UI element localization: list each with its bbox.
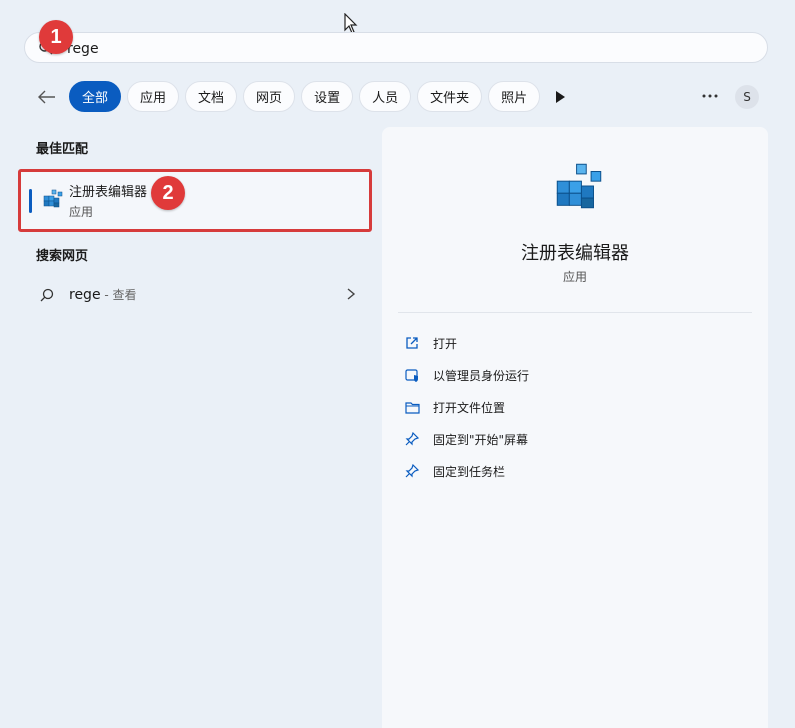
admin-shield-icon	[404, 367, 420, 383]
registry-editor-icon	[43, 189, 63, 208]
action-pin-to-start[interactable]: 固定到"开始"屏幕	[404, 423, 744, 455]
filter-chip-settings[interactable]: 设置	[301, 81, 354, 112]
pin-icon	[404, 463, 420, 479]
filter-chip-folders[interactable]: 文件夹	[417, 81, 483, 112]
filter-chip-all[interactable]: 全部	[69, 81, 122, 112]
selection-indicator	[29, 189, 32, 213]
action-pin-to-taskbar[interactable]: 固定到任务栏	[404, 455, 744, 487]
best-match-result[interactable]: 注册表编辑器 应用	[18, 169, 372, 232]
chevron-right-icon	[347, 288, 356, 300]
action-open-file-location[interactable]: 打开文件位置	[404, 391, 744, 423]
detail-app-name: 注册表编辑器	[521, 243, 629, 264]
action-open-label: 打开	[433, 336, 458, 351]
action-list: 打开 以管理员身份运行 打开文件位置 固定到"开始"屏幕 固定到任务栏	[404, 327, 744, 487]
action-run-as-admin-label: 以管理员身份运行	[433, 368, 530, 383]
web-search-suffix: - 查看	[100, 288, 137, 302]
filter-chip-apps[interactable]: 应用	[127, 81, 180, 112]
divider	[398, 312, 752, 313]
web-search-query: rege	[69, 287, 101, 303]
open-external-icon	[404, 335, 420, 351]
best-match-heading: 最佳匹配	[36, 142, 89, 157]
search-box[interactable]	[24, 32, 768, 63]
more-filters-play-icon[interactable]	[552, 89, 568, 105]
action-pin-to-start-label: 固定到"开始"屏幕	[433, 432, 529, 447]
detail-app-type: 应用	[562, 270, 587, 284]
action-run-as-admin[interactable]: 以管理员身份运行	[404, 359, 744, 391]
best-match-type: 应用	[69, 205, 94, 219]
best-match-name: 注册表编辑器	[69, 185, 148, 200]
folder-icon	[404, 399, 420, 415]
web-search-heading: 搜索网页	[36, 249, 89, 264]
account-avatar[interactable]: S	[735, 85, 759, 109]
action-open-file-location-label: 打开文件位置	[433, 400, 506, 415]
filter-chip-documents[interactable]: 文档	[185, 81, 238, 112]
web-search-result[interactable]: rege - 查看	[34, 280, 364, 310]
filter-chip-people[interactable]: 人员	[359, 81, 412, 112]
more-options-button[interactable]	[699, 86, 721, 106]
search-icon	[40, 288, 54, 302]
filter-chips: 全部 应用 文档 网页 设置 人员 文件夹 照片	[69, 81, 541, 112]
web-search-text: rege - 查看	[69, 286, 137, 303]
step-badge-2: 2	[151, 176, 185, 210]
action-open[interactable]: 打开	[404, 327, 744, 359]
back-arrow-icon	[38, 90, 55, 104]
ellipsis-icon	[702, 94, 718, 98]
search-window: 1 全部 应用 文档 网页 设置 人员 文件夹 照片 S 最佳匹配	[0, 0, 795, 728]
detail-pane: 注册表编辑器 应用 打开 以管理员身份运行 打开文件位置 固定到"开始"屏幕 固…	[382, 127, 768, 728]
search-input[interactable]	[65, 37, 669, 61]
registry-editor-icon	[556, 163, 602, 209]
step-badge-1: 1	[39, 20, 73, 54]
action-pin-to-taskbar-label: 固定到任务栏	[433, 464, 506, 479]
pin-icon	[404, 431, 420, 447]
filter-chip-photos[interactable]: 照片	[488, 81, 541, 112]
back-button[interactable]	[36, 86, 58, 108]
filter-chip-web[interactable]: 网页	[243, 81, 296, 112]
